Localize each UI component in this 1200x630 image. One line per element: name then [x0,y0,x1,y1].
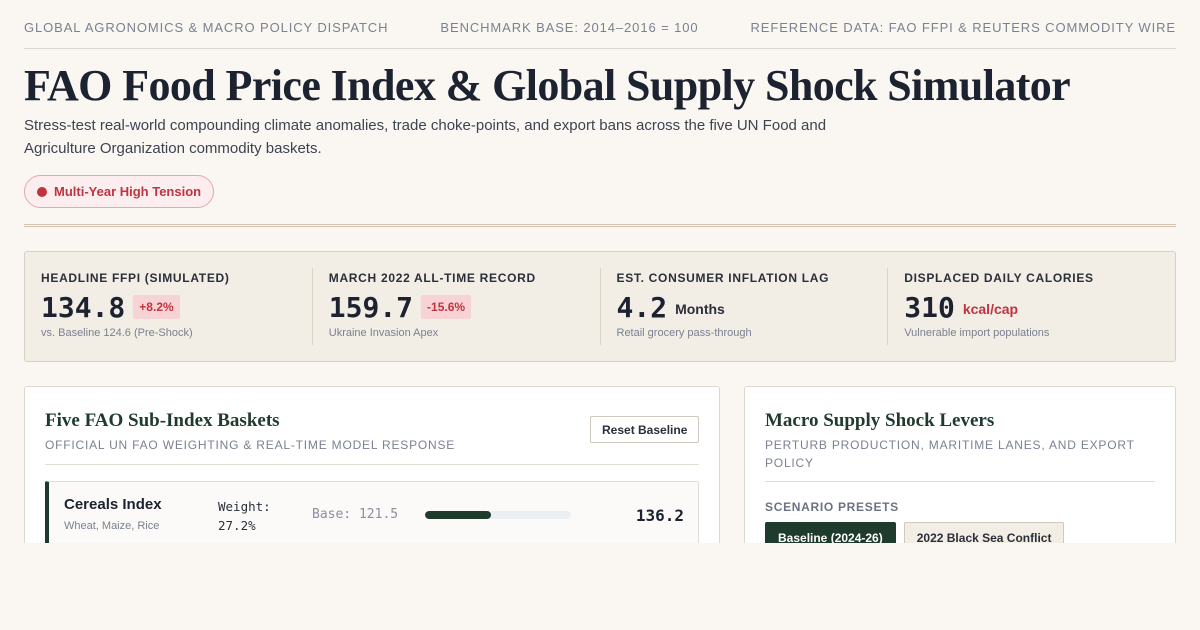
basket-weight: Weight: 27.2% [218,499,271,533]
kpi-unit: kcal/cap [962,301,1019,317]
kpi-value: 159.7 [328,290,414,324]
reference-label: REFERENCE DATA: FAO FFPI & REUTERS COMMO… [750,20,1176,35]
reset-baseline-button[interactable]: Reset Baseline [590,416,700,443]
baskets-panel-title: Five FAO Sub-Index Baskets [45,410,280,431]
kpi-label: DISPLACED DAILY CALORIES [904,271,1094,285]
kpi-inflation-lag: EST. CONSUMER INFLATION LAG 4.2 Months R… [599,268,888,345]
kpi-panel: HEADLINE FFPI (SIMULATED) 134.8 +8.2% vs… [24,251,1176,362]
status-dot-icon [37,186,47,197]
status-badge: Multi-Year High Tension [24,175,215,208]
kpi-label: MARCH 2022 ALL-TIME RECORD [328,271,536,285]
basket-base: Base: 121.5 [312,507,399,522]
basket-name: Cereals Index [64,496,162,513]
page-background-fill [0,543,1200,630]
kpi-record: MARCH 2022 ALL-TIME RECORD 159.7 -15.6% … [311,268,600,345]
levers-panel-title: Macro Supply Shock Levers [765,410,995,431]
status-badge-label: Multi-Year High Tension [54,184,202,199]
panel-divider [765,481,1155,482]
panel-divider [45,464,699,465]
baskets-panel-subtitle: OFFICIAL UN FAO WEIGHTING & REAL-TIME MO… [45,438,456,452]
benchmark-label: BENCHMARK BASE: 2014–2016 = 100 [440,20,699,35]
levers-panel-subtitle: PERTURB PRODUCTION, MARITIME LANES, AND … [765,438,1135,470]
basket-progress-bar [425,511,571,519]
kpi-note: vs. Baseline 124.6 (Pre-Shock) [41,327,193,339]
kpi-value: 134.8 [41,290,126,324]
top-meta-bar: GLOBAL AGRONOMICS & MACRO POLICY DISPATC… [24,20,1176,49]
page-title: FAO Food Price Index & Global Supply Sho… [24,61,1071,110]
basket-progress-fill [425,511,491,519]
kpi-headline-ffpi: HEADLINE FFPI (SIMULATED) 134.8 +8.2% vs… [25,268,312,345]
kpi-value: 4.2 [616,290,668,324]
presets-label: SCENARIO PRESETS [765,500,899,514]
kpi-label: HEADLINE FFPI (SIMULATED) [41,271,230,285]
basket-description: Wheat, Maize, Rice [64,520,160,532]
kpi-change-badge: -15.6% [421,295,472,319]
kpi-change-badge: +8.2% [133,295,180,319]
basket-value: 136.2 [635,506,684,525]
dispatch-label: GLOBAL AGRONOMICS & MACRO POLICY DISPATC… [24,20,389,35]
kpi-value: 310 [904,290,955,324]
page-subtitle: Stress-test real-world compounding clima… [24,117,827,157]
kpi-note: Vulnerable import populations [904,327,1050,339]
kpi-label: EST. CONSUMER INFLATION LAG [616,271,830,285]
kpi-unit: Months [675,301,725,317]
kpi-displaced-calories: DISPLACED DAILY CALORIES 310 kcal/cap Vu… [887,268,1175,345]
section-divider [24,224,1176,227]
kpi-note: Retail grocery pass-through [616,327,752,339]
kpi-note: Ukraine Invasion Apex [328,327,439,339]
